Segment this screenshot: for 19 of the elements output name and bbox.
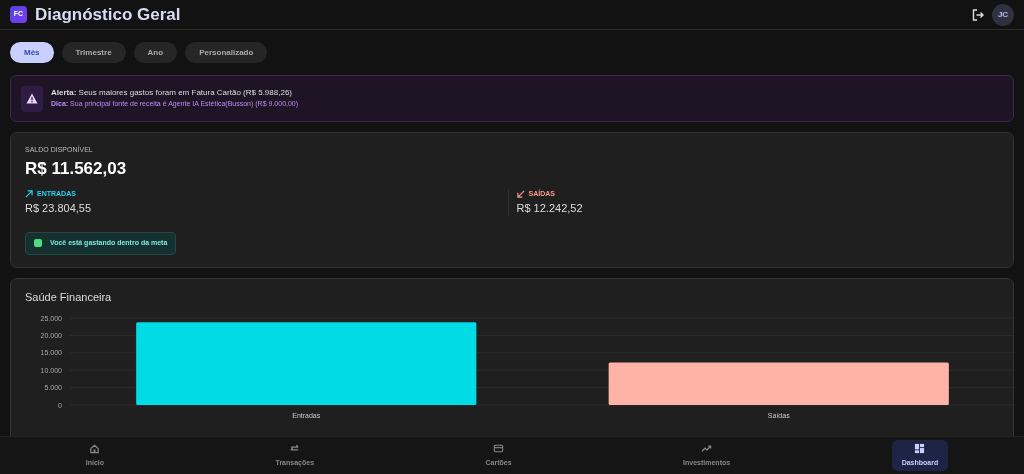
flow-value: R$ 12.242,52 (516, 200, 584, 216)
dashboard-icon (914, 442, 926, 454)
period-tab[interactable]: Mês (10, 42, 54, 63)
swap-arrows-icon (289, 442, 301, 454)
warning-icon (21, 85, 43, 112)
arrow-down-left-icon (516, 190, 525, 199)
period-tab[interactable]: Personalizado (185, 42, 268, 63)
page-title: Diagnóstico Geral (35, 3, 181, 26)
period-tab[interactable]: Trimestre (61, 42, 126, 63)
balance-value: R$ 11.562,03 (25, 157, 128, 180)
user-avatar[interactable]: JC (992, 3, 1014, 26)
logout-icon[interactable] (972, 8, 984, 21)
home-icon (89, 442, 101, 454)
card-icon (493, 442, 505, 454)
period-tab[interactable]: Ano (133, 42, 178, 63)
arrow-up-right-icon (25, 190, 33, 199)
chart-title: Saúde Financeira (25, 289, 113, 305)
alert-text: Alerta: Seus maiores gastos foram em Fatura Cartão (R$ 5.988,26) (51, 87, 293, 100)
flow-value: R$ 23.804,55 (25, 200, 93, 216)
